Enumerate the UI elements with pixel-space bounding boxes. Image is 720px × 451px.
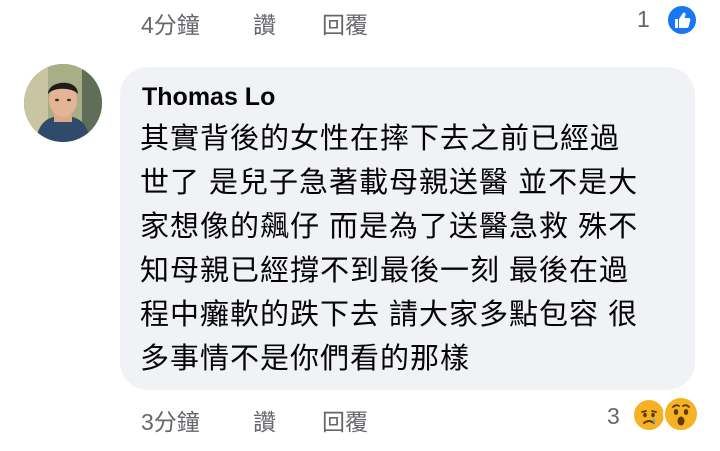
like-icon[interactable] bbox=[666, 4, 698, 36]
comment-bubble: Thomas Lo 其實背後的女性在摔下去之前已經過 世了 是兒子急著載母親送醫… bbox=[120, 67, 695, 390]
like-button[interactable]: 讚 bbox=[253, 6, 276, 40]
comment-actions: 3分鐘 讚 回覆 3 bbox=[0, 397, 720, 437]
comment-text-line: 程中癱軟的跌下去 請大家多點包容 很 bbox=[140, 299, 639, 331]
comment-text-line: 知母親已經撐不到最後一刻 最後在過 bbox=[140, 255, 630, 287]
like-button[interactable]: 讚 bbox=[253, 403, 276, 437]
comment-timestamp[interactable]: 3分鐘 bbox=[141, 403, 200, 437]
comment-text-line: 家想像的飆仔 而是為了送醫急救 殊不 bbox=[140, 211, 639, 243]
previous-comment-actions: 4分鐘 讚 回覆 1 bbox=[0, 0, 720, 40]
reply-button[interactable]: 回覆 bbox=[322, 403, 368, 437]
wow-icon[interactable] bbox=[663, 396, 699, 432]
reaction-count[interactable]: 3 bbox=[607, 403, 620, 430]
reaction-count[interactable]: 1 bbox=[637, 6, 650, 33]
comment-text-line: 多事情不是你們看的那樣 bbox=[140, 343, 471, 375]
comment-text-line: 其實背後的女性在摔下去之前已經過 bbox=[140, 123, 621, 155]
comment-author[interactable]: Thomas Lo bbox=[142, 83, 275, 112]
comment-timestamp[interactable]: 4分鐘 bbox=[141, 6, 200, 40]
reply-button[interactable]: 回覆 bbox=[322, 6, 368, 40]
sad-icon[interactable] bbox=[632, 398, 666, 432]
comment-text: 其實背後的女性在摔下去之前已經過 世了 是兒子急著載母親送醫 並不是大 家想像的… bbox=[140, 117, 685, 381]
avatar[interactable] bbox=[24, 64, 102, 142]
comment-text-line: 世了 是兒子急著載母親送醫 並不是大 bbox=[140, 167, 639, 199]
